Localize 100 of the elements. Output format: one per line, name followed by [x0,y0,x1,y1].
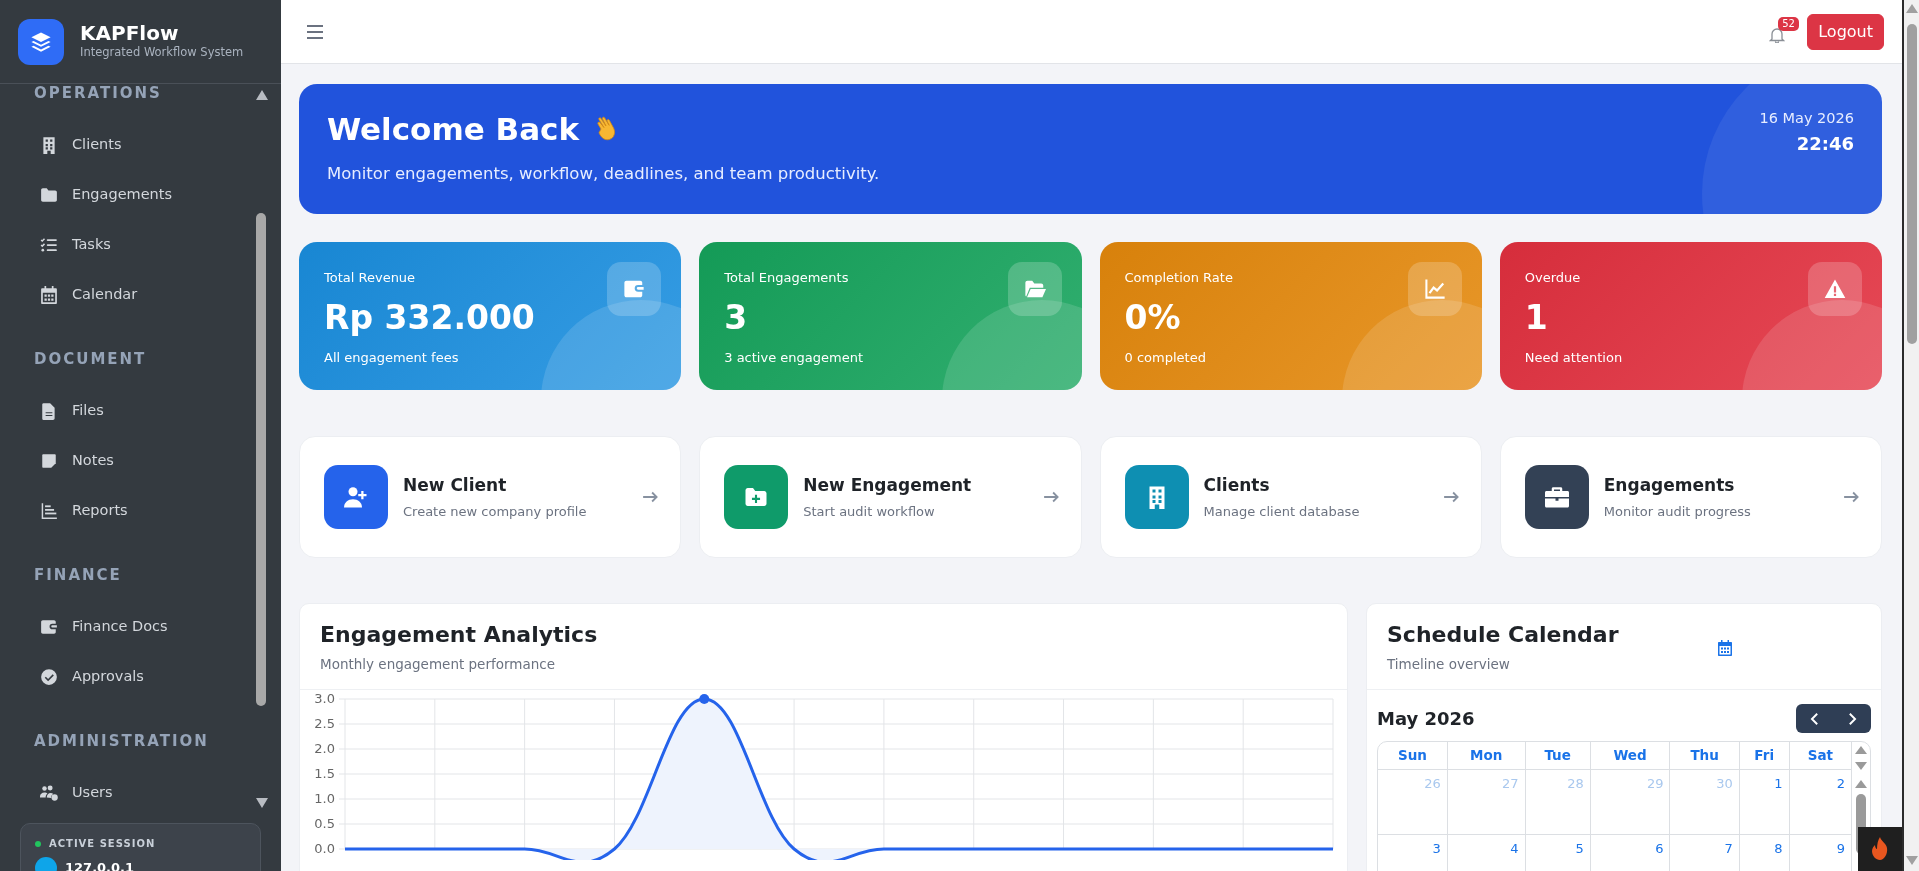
calendar-icon [40,286,58,304]
stat-note: All engagement fees [324,348,460,367]
month-title: May 2026 [1377,706,1475,731]
notification-count: 52 [1778,16,1799,31]
folder-icon [1023,278,1046,300]
action-text: Start audit workflow [803,502,936,521]
sidebar-item[interactable]: Reports [0,486,281,536]
menu-icon[interactable] [307,24,323,39]
calendar-day[interactable]: 4 [1510,841,1519,857]
axis-tick-label: 1.0 [314,790,335,806]
brand-name: KAPFlow [80,21,180,44]
stat-value: 0% [1124,299,1182,336]
line-chart-icon [1423,278,1446,300]
scrollbar-thumb[interactable] [1907,24,1917,344]
weekday-header: Thu [1670,741,1740,770]
checklist-icon [40,236,58,254]
logout-button[interactable]: Logout [1807,13,1884,50]
scrollbar-thumb[interactable] [256,213,266,706]
bar-list-icon [40,502,58,520]
quick-action-card[interactable]: Engagements Monitor audit progress [1499,436,1882,558]
axis-tick-label: 1.5 [314,765,335,781]
section-heading: OPERATIONS [34,86,162,101]
calendar-day[interactable]: 7 [1724,841,1733,857]
sidebar-item[interactable]: Clients [0,120,281,170]
wallet-icon [623,278,646,300]
action-title: New Engagement [803,474,973,497]
axis-tick-label: 2.0 [314,740,335,756]
welcome-text: Monitor engagements, workflow, deadlines, and team productivity. [327,163,880,186]
scroll-up-icon[interactable] [1855,779,1867,788]
action-title: New Client [403,474,508,497]
welcome-title: Welcome Back [327,112,580,147]
calendar-day[interactable]: 5 [1575,841,1584,857]
building-icon [40,136,58,154]
action-title: Engagements [1603,474,1736,497]
stat-label: Total Engagements [724,269,850,287]
scroll-up-icon[interactable] [256,90,268,100]
action-text: Create new company profile [403,502,588,521]
calendar-day[interactable]: 9 [1836,841,1845,857]
status-dot [35,840,41,847]
card-subtitle: Timeline overview [1387,655,1511,675]
sidebar-item[interactable]: Files [0,386,281,436]
folder-plus-icon [744,485,769,509]
weekday-header: Wed [1590,741,1670,770]
current-date: 16 May 2026 [1759,109,1854,128]
sidebar-item[interactable]: Notes [0,436,281,486]
weekday-header: Tue [1525,741,1591,770]
user-plus-icon [344,485,368,509]
calendar-day[interactable]: 1 [1774,776,1783,792]
current-time: 22:46 [1795,131,1854,156]
stat-label: Total Revenue [324,269,417,287]
stat-note: 0 completed [1124,348,1207,367]
brand-tagline: Integrated Workflow System [80,43,244,61]
briefcase-icon [1544,485,1569,509]
weekday-header: Fri [1739,741,1790,770]
sidebar-item[interactable]: Finance Docs [0,602,281,652]
quick-action-card[interactable]: New Engagement Start audit workflow [699,436,1082,558]
warning-icon [1824,278,1846,300]
bell-icon[interactable] [1769,26,1786,43]
calendar-day[interactable]: 8 [1774,841,1783,857]
stat-value: Rp 332.000 [324,299,536,336]
axis-tick-label: 2.5 [314,715,335,731]
calendar-day[interactable]: 6 [1655,841,1664,857]
weekday-header: Sat [1789,741,1852,770]
stat-note: 3 active engagement [724,348,864,367]
stat-label: Completion Rate [1124,269,1234,287]
sidebar-item[interactable]: Users [0,768,281,818]
card-subtitle: Monthly engagement performance [320,655,556,675]
sidebar-item[interactable]: Tasks [0,220,281,270]
section-heading: DOCUMENT [34,352,147,367]
section-heading: FINANCE [34,568,122,583]
weekday-header: Sun [1378,741,1448,770]
document-icon [40,402,58,420]
logo-icon [18,18,64,65]
scroll-down-icon[interactable] [1855,761,1867,770]
sidebar-item[interactable]: Approvals [0,652,281,702]
previous-month-button[interactable] [1796,703,1834,733]
axis-tick-label: 3.0 [314,690,335,706]
flame-icon[interactable] [1858,827,1902,871]
calendar-day[interactable]: 3 [1432,841,1441,857]
card-title: Schedule Calendar [1387,622,1620,649]
scroll-down-icon[interactable] [256,798,268,808]
card-title: Engagement Analytics [320,622,599,649]
stat-label: Overdue [1524,269,1582,287]
session-label: ACTIVE SESSION [49,837,156,851]
calendar-icon [1717,640,1733,657]
sidebar-item[interactable]: Calendar [0,270,281,320]
calendar-day[interactable]: 2 [1836,776,1845,792]
stat-value: 3 [724,299,749,336]
quick-action-card[interactable]: Clients Manage client database [1099,436,1482,558]
wallet-icon [40,618,58,636]
axis-tick-label: 0.0 [314,840,335,856]
action-text: Monitor audit progress [1603,502,1752,521]
quick-action-card[interactable]: New Client Create new company profile [299,436,682,558]
sidebar-item[interactable]: Engagements [0,170,281,220]
scroll-up-icon[interactable] [1855,745,1867,754]
folder-icon [40,186,58,204]
axis-tick-label: 0.5 [314,815,335,831]
next-month-button[interactable] [1833,703,1871,733]
stat-note: Need attention [1524,348,1624,367]
action-text: Manage client database [1203,502,1361,521]
